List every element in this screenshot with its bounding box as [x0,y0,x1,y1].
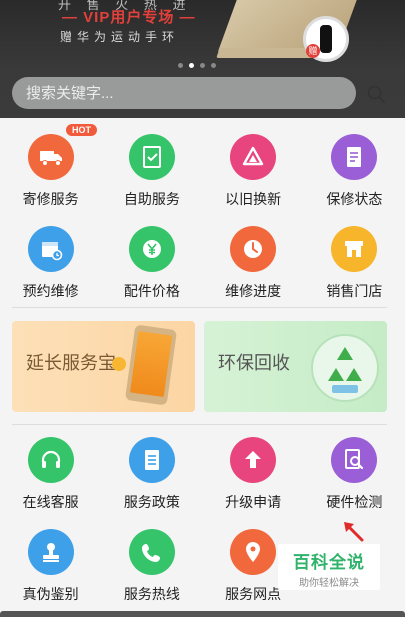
upload-icon [230,437,277,483]
store-icon [331,226,378,272]
bottom-edge [0,611,405,617]
service-grid-row-2: 预约维修 配件价格 维修进度 销售门店 [0,216,405,308]
coin-icon [112,357,126,371]
service-parts-price[interactable]: 配件价格 [101,216,202,308]
stamp-icon [27,529,74,575]
service-authenticity[interactable]: 真伪鉴别 [0,519,101,611]
hot-badge: HOT [66,124,97,136]
service-label: 维修进度 [225,283,282,299]
service-policy[interactable]: 服务政策 [101,427,202,519]
exchange-icon [230,134,277,180]
carousel-dot[interactable] [211,63,216,68]
service-online-support[interactable]: 在线客服 [0,427,101,519]
service-label: 升级申请 [225,494,282,510]
service-label: 寄修服务 [22,191,79,207]
service-hardware-check[interactable]: 硬件检测 [304,427,405,519]
service-label: 自助服务 [123,191,180,207]
divider [12,424,387,425]
recycle-icon [311,334,379,402]
carousel-dots [178,63,216,68]
policy-icon [128,437,175,483]
service-hotline[interactable]: 服务热线 [101,519,202,611]
service-self-help[interactable]: 自助服务 [101,124,202,216]
yen-icon [128,226,175,272]
service-label: 预约维修 [22,283,79,299]
carousel-dot[interactable] [200,63,205,68]
carousel-dot[interactable] [178,63,183,68]
watermark-logo: 百科全说 助你轻松解决 [278,544,380,590]
service-warranty-status[interactable]: 保修状态 [304,124,405,216]
service-upgrade-request[interactable]: 升级申请 [203,427,304,519]
watermark-title: 百科全说 [293,553,365,572]
service-trade-in[interactable]: 以旧换新 [203,124,304,216]
search-icon[interactable] [366,84,386,104]
service-repair-progress[interactable]: 维修进度 [203,216,304,308]
location-icon [230,529,277,575]
calendar-icon [27,226,74,272]
red-arrow-annotation [344,522,364,542]
magnify-document-icon [331,437,378,483]
clock-icon [230,226,277,272]
truck-icon [27,134,74,180]
service-label: 硬件检测 [326,494,383,510]
service-label: 以旧换新 [225,191,282,207]
service-label: 销售门店 [326,283,383,299]
card-title: 环保回收 [218,353,290,373]
extend-service-card[interactable]: 延长服务宝 [12,321,195,412]
phone-image [124,324,178,406]
service-label: 真伪鉴别 [22,586,79,602]
headset-icon [27,437,74,483]
service-grid-row-1: HOT 寄修服务 自助服务 以旧换新 保修状态 [0,124,405,216]
gift-badge: 赠 [306,44,320,58]
banner-subline: 赠华为运动手环 [60,30,180,44]
carousel-dot-active[interactable] [189,63,194,68]
service-label: 服务热线 [123,586,180,602]
checklist-icon [128,134,175,180]
card-title: 延长服务宝 [26,353,116,373]
service-grid-row-3: 在线客服 服务政策 升级申请 硬件检测 [0,427,405,519]
service-retail-store[interactable]: 销售门店 [304,216,405,308]
banner-headline: — VIP用户专场 — [62,9,196,26]
service-label: 服务网点 [225,586,282,602]
search-input[interactable] [26,84,356,102]
service-label: 服务政策 [123,494,180,510]
search-bar[interactable] [12,77,356,109]
service-repair-by-mail[interactable]: HOT 寄修服务 [0,124,101,216]
service-book-repair[interactable]: 预约维修 [0,216,101,308]
watermark-subtitle: 助你轻松解决 [299,578,359,589]
phone-icon [128,529,175,575]
service-label: 保修状态 [326,191,383,207]
service-label: 配件价格 [123,283,180,299]
service-label: 在线客服 [22,494,79,510]
document-icon [331,134,378,180]
divider [12,307,387,308]
eco-recycle-card[interactable]: 环保回收 [204,321,387,412]
